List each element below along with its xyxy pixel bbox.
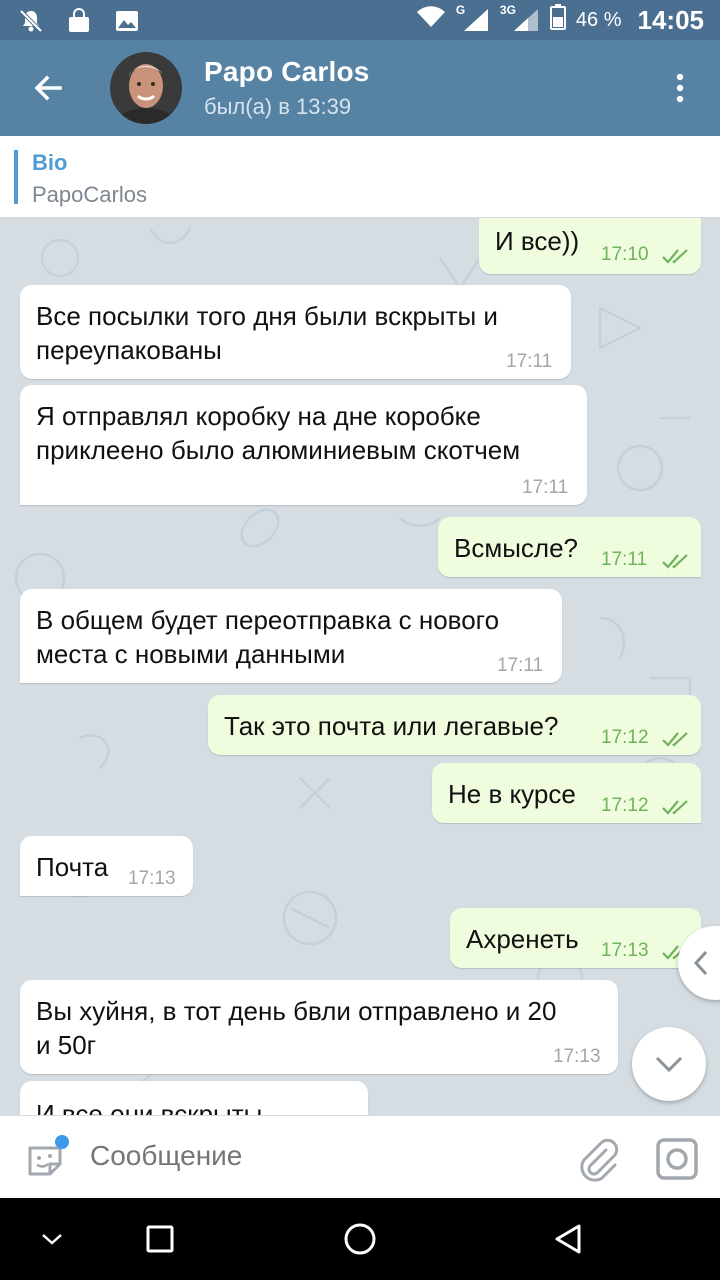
message-text: Ахренеть — [466, 924, 579, 954]
sticker-icon — [28, 1135, 69, 1176]
wifi-icon — [416, 5, 446, 35]
image-icon — [114, 8, 142, 32]
message-text: И все они вскрыты — [36, 1099, 263, 1115]
message-text: Я отправлял коробку на дне коробке прикл… — [36, 401, 521, 465]
last-seen-status: был(а) в 13:39 — [204, 94, 352, 119]
message-time: 17:11 — [522, 477, 569, 498]
signal-icon: G — [456, 3, 490, 33]
message-text: Все посылки того дня были вскрыты и пере… — [36, 301, 498, 365]
read-ticks-icon — [662, 732, 688, 747]
message-time: 17:12 — [601, 795, 649, 816]
shopping-bag-icon — [66, 8, 94, 32]
message-text: Всмысле? — [454, 533, 578, 563]
status-bar: G 3G 46 % 14:05 — [0, 0, 720, 40]
message-bubble-outgoing[interactable]: Ахренеть 17:13 — [450, 908, 701, 968]
message-time: 17:11 — [497, 655, 544, 676]
message-time: 17:13 — [553, 1046, 601, 1067]
bio-value: PapoCarlos — [32, 182, 147, 207]
message-time: 17:13 — [128, 868, 176, 889]
attach-button[interactable] — [572, 1134, 622, 1184]
message-bubble-incoming[interactable]: Я отправлял коробку на дне коробке прикл… — [20, 385, 587, 505]
message-bubble-outgoing[interactable]: И все)) 17:10 — [479, 218, 701, 274]
back-button[interactable] — [0, 40, 96, 136]
message-bubble-incoming[interactable]: И все они вскрыты — [20, 1081, 368, 1115]
contact-name: Papo Carlos — [204, 56, 370, 87]
message-composer — [0, 1115, 720, 1198]
message-text: Почта — [36, 852, 109, 882]
avatar[interactable] — [110, 52, 182, 124]
bio-title: Bio — [32, 150, 68, 175]
read-ticks-icon — [662, 800, 688, 815]
nav-hide-button[interactable] — [2, 1198, 102, 1280]
system-icons: G 3G 46 % 14:05 — [416, 3, 705, 36]
nav-back-button[interactable] — [518, 1198, 618, 1280]
message-time: 17:11 — [506, 351, 553, 372]
read-ticks-icon — [662, 554, 688, 569]
back-arrow-icon — [34, 75, 62, 101]
more-vertical-icon — [676, 73, 684, 103]
message-bubble-incoming[interactable]: Вы хуйня, в тот день бвли отправлено и 2… — [20, 980, 618, 1074]
message-list[interactable]: И все)) 17:10 Все посылки того дня были … — [0, 218, 720, 1115]
message-bubble-outgoing[interactable]: Всмысле? 17:11 — [438, 517, 701, 577]
notification-icons — [18, 8, 142, 33]
message-bubble-incoming[interactable]: Почта 17:13 — [20, 836, 193, 896]
message-text: И все)) — [495, 226, 580, 256]
message-text: Так это почта или легавые? — [224, 711, 559, 741]
message-time: 17:10 — [601, 244, 649, 265]
message-input[interactable] — [90, 1138, 560, 1174]
message-bubble-outgoing[interactable]: Не в курсе 17:12 — [432, 763, 701, 823]
bio-panel[interactable]: Bio PapoCarlos — [0, 136, 720, 218]
clock: 14:05 — [637, 4, 705, 35]
message-text: Не в курсе — [448, 779, 576, 809]
chevron-down-icon — [655, 1056, 683, 1073]
paperclip-icon — [580, 1138, 619, 1182]
chat-header: Papo Carlos был(а) в 13:39 — [0, 40, 720, 136]
chevron-left-icon — [693, 950, 708, 976]
camera-button[interactable] — [652, 1134, 702, 1184]
battery-percent: 46 % — [575, 8, 622, 31]
more-menu-button[interactable] — [640, 40, 720, 136]
message-time: 17:12 — [601, 727, 649, 748]
mute-icon — [18, 8, 46, 33]
chevron-down-icon — [42, 1234, 62, 1245]
bio-accent-bar — [14, 150, 18, 204]
battery-icon — [549, 4, 566, 36]
message-text: Вы хуйня, в тот день бвли отправлено и 2… — [36, 996, 557, 1060]
triangle-back-icon — [555, 1224, 581, 1254]
system-nav-bar — [0, 1198, 720, 1280]
message-time: 17:13 — [601, 940, 649, 961]
square-icon — [146, 1225, 174, 1253]
read-ticks-icon — [662, 249, 688, 264]
message-text: В общем будет переотправка с нового мест… — [36, 605, 500, 669]
nav-recents-button[interactable] — [110, 1198, 210, 1280]
signal-icon: 3G — [500, 3, 540, 33]
nav-home-button[interactable] — [310, 1198, 410, 1280]
message-time: 17:11 — [601, 549, 648, 570]
message-bubble-outgoing[interactable]: Так это почта или легавые? 17:12 — [208, 695, 701, 755]
sticker-button[interactable] — [22, 1134, 72, 1184]
scroll-down-button[interactable] — [632, 1027, 706, 1101]
camera-icon — [656, 1138, 698, 1180]
circle-icon — [344, 1223, 376, 1255]
message-bubble-incoming[interactable]: В общем будет переотправка с нового мест… — [20, 589, 562, 683]
message-bubble-incoming[interactable]: Все посылки того дня были вскрыты и пере… — [20, 285, 571, 379]
header-info[interactable]: Papo Carlos был(а) в 13:39 — [204, 56, 640, 120]
